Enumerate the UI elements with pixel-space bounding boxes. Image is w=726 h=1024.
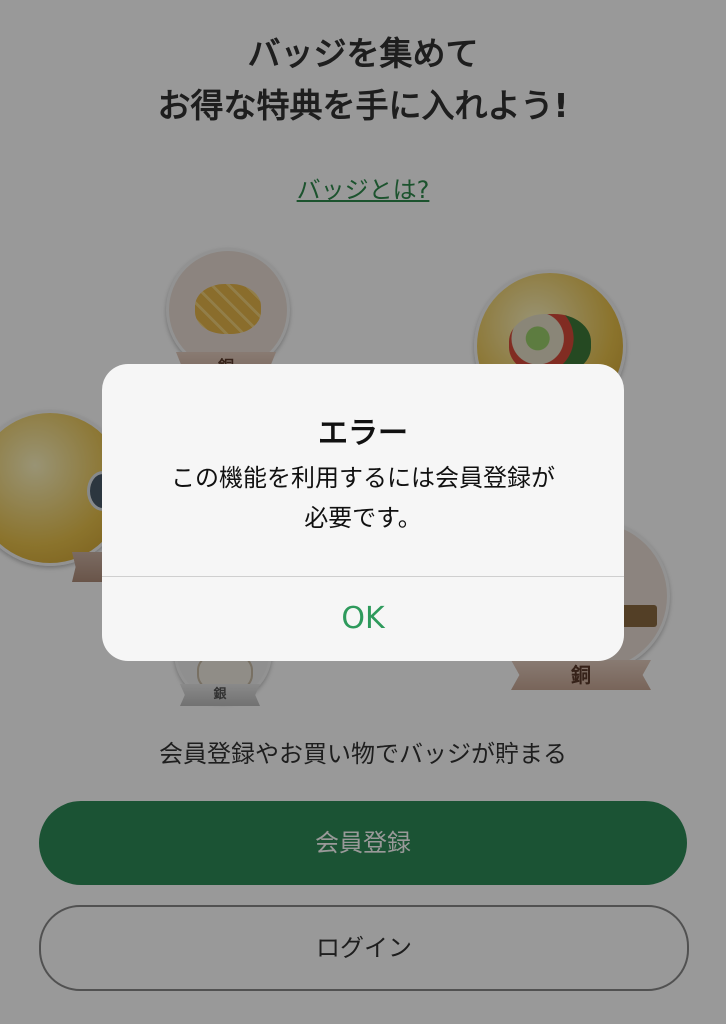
- badge-screen: バッジを集めて お得な特典を手に入れよう! バッジとは? 銅 銅 銀 会員登録や…: [0, 0, 726, 1024]
- alert-message: この機能を利用するには会員登録が 必要です。: [102, 458, 624, 538]
- alert-title: エラー: [318, 416, 408, 451]
- ok-button[interactable]: OK: [102, 577, 624, 661]
- alert-message-line-2: 必要です。: [304, 504, 422, 532]
- error-alert-dialog: エラー この機能を利用するには会員登録が 必要です。 OK: [102, 364, 624, 661]
- alert-message-line-1: この機能を利用するには会員登録が: [171, 464, 555, 492]
